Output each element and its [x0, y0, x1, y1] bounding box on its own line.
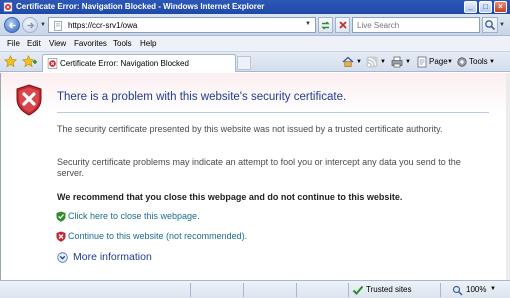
- menu-tools[interactable]: Tools: [113, 39, 132, 49]
- green-shield-check-icon: [56, 211, 66, 222]
- search-icon: [485, 20, 496, 31]
- tools-menu-button[interactable]: Tools: [469, 56, 488, 68]
- home-icon[interactable]: [342, 56, 354, 68]
- trusted-sites-check-icon: [352, 285, 364, 295]
- scrollbar[interactable]: [506, 73, 510, 280]
- address-toolbar: ▼ https://ccr-srv1/owa ▼ ▼: [0, 14, 510, 36]
- security-warning-message: Security certificate problems may indica…: [57, 157, 461, 178]
- page-title: There is a problem with this website's s…: [57, 91, 347, 103]
- warning-page-icon: [47, 58, 58, 69]
- print-icon[interactable]: [391, 56, 403, 68]
- back-arrow-icon: [8, 22, 16, 29]
- more-information-link[interactable]: More information: [73, 251, 152, 263]
- tools-gear-icon: [457, 57, 467, 67]
- close-window-button[interactable]: ×: [494, 1, 507, 13]
- print-dropdown-icon[interactable]: ▼: [405, 56, 411, 68]
- warning-page-icon: [3, 2, 13, 12]
- status-separator: [440, 283, 441, 297]
- recommendation-text: We recommend that you close this webpage…: [57, 192, 403, 202]
- status-separator: [190, 283, 191, 297]
- certificate-issuer-message: The security certificate presented by th…: [57, 124, 443, 134]
- zoom-icon: [452, 285, 463, 296]
- search-field[interactable]: [352, 17, 480, 33]
- zoom-level[interactable]: 100%: [466, 285, 486, 295]
- feeds-dropdown-icon[interactable]: ▼: [380, 56, 386, 68]
- back-button[interactable]: [4, 17, 20, 33]
- zoom-dropdown-icon[interactable]: ▼: [490, 286, 496, 292]
- tab-label: Certificate Error: Navigation Blocked: [60, 59, 189, 68]
- forward-arrow-icon: [27, 22, 35, 29]
- security-zone-label[interactable]: Trusted sites: [366, 285, 412, 295]
- home-dropdown-icon[interactable]: ▼: [356, 56, 362, 68]
- new-tab-button[interactable]: [237, 56, 251, 70]
- red-shield-x-small-icon: [56, 231, 66, 242]
- tools-dropdown-icon[interactable]: ▼: [489, 56, 495, 68]
- add-to-favorites-icon[interactable]: [22, 55, 37, 68]
- menu-help[interactable]: Help: [140, 39, 156, 49]
- page-content: There is a problem with this website's s…: [0, 73, 506, 280]
- page-icon: [54, 21, 62, 31]
- menu-favorites[interactable]: Favorites: [74, 39, 107, 49]
- page-menu-button[interactable]: Page: [429, 56, 448, 68]
- red-shield-x-icon: [16, 84, 42, 116]
- menu-bar: File Edit View Favorites Tools Help: [0, 36, 510, 52]
- menu-view[interactable]: View: [49, 39, 66, 49]
- minimize-button[interactable]: _: [464, 1, 477, 13]
- expand-chevron-icon[interactable]: [57, 252, 68, 263]
- continue-to-website-link[interactable]: Continue to this website (not recommende…: [68, 231, 247, 242]
- feeds-icon[interactable]: [366, 56, 378, 68]
- status-separator: [348, 283, 349, 297]
- window-title: Certificate Error: Navigation Blocked - …: [16, 2, 265, 11]
- title-bar: Certificate Error: Navigation Blocked - …: [0, 0, 510, 14]
- page-icon: [417, 56, 427, 68]
- refresh-icon: [321, 21, 330, 30]
- search-options-dropdown-icon[interactable]: ▼: [499, 22, 505, 28]
- refresh-button[interactable]: [318, 17, 333, 33]
- address-field[interactable]: https://ccr-srv1/owa ▼: [48, 17, 316, 33]
- status-separator: [296, 283, 297, 297]
- url-text[interactable]: https://ccr-srv1/owa: [68, 21, 137, 30]
- close-webpage-link[interactable]: Click here to close this webpage.: [68, 211, 200, 222]
- tab-certificate-error[interactable]: Certificate Error: Navigation Blocked: [42, 54, 236, 72]
- page-dropdown-icon[interactable]: ▼: [447, 56, 453, 68]
- recent-pages-dropdown-icon[interactable]: ▼: [40, 22, 46, 28]
- stop-button[interactable]: [335, 17, 350, 33]
- menu-edit[interactable]: Edit: [27, 39, 41, 49]
- maximize-button[interactable]: □: [479, 1, 492, 13]
- forward-button[interactable]: [22, 17, 38, 33]
- stop-icon: [338, 21, 347, 29]
- status-bar: Trusted sites 100% ▼: [0, 280, 510, 298]
- status-separator: [243, 283, 244, 297]
- favorites-star-icon[interactable]: [4, 55, 17, 68]
- tab-toolbar: Certificate Error: Navigation Blocked ▼ …: [0, 52, 510, 72]
- menu-file[interactable]: File: [7, 39, 20, 49]
- search-input[interactable]: [353, 18, 479, 32]
- search-button[interactable]: [482, 17, 498, 33]
- address-dropdown-icon[interactable]: ▼: [305, 21, 311, 27]
- divider: [57, 112, 489, 113]
